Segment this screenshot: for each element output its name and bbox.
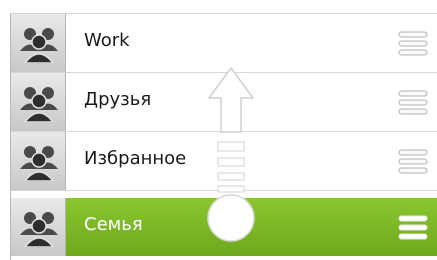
group-avatar-icon [11, 73, 66, 131]
group-avatar-icon [11, 14, 66, 72]
drag-handle-icon[interactable] [398, 89, 428, 117]
group-name: Семья [84, 214, 143, 235]
group-name: Избранное [84, 148, 187, 169]
list-top-edge [10, 0, 437, 14]
drag-handle-icon[interactable] [398, 30, 428, 58]
drag-handle-icon[interactable] [398, 214, 428, 242]
group-name: Друзья [84, 89, 152, 110]
drag-handle-icon[interactable] [398, 148, 428, 176]
group-avatar-icon [11, 132, 66, 190]
group-name: Work [84, 30, 130, 51]
list-item-group-work[interactable]: Work [11, 14, 437, 73]
group-avatar-icon [11, 198, 66, 256]
swipe-up-arrow-icon [200, 66, 262, 248]
